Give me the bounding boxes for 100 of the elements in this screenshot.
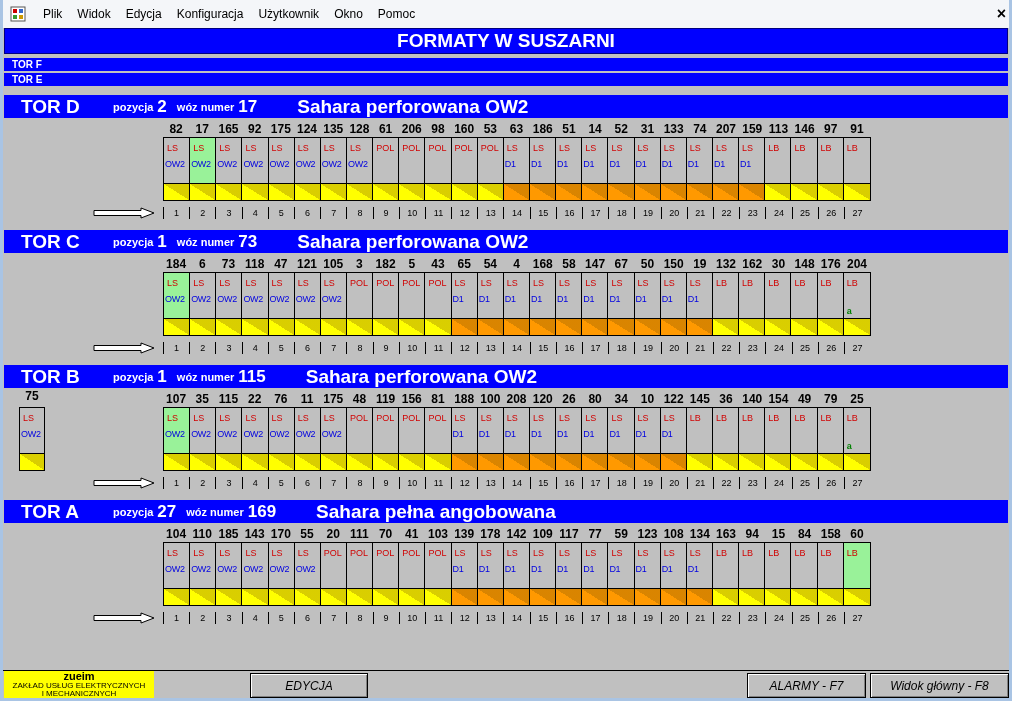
cart-type: LS	[611, 548, 624, 558]
cart-type: LS	[271, 413, 284, 423]
slot-number: 23	[739, 612, 766, 624]
cart-type: LS	[663, 278, 676, 288]
cart-format: D1	[478, 429, 491, 439]
cart-format: D1	[583, 564, 596, 574]
menu-item[interactable]: Plik	[43, 7, 63, 21]
slot-number: 8	[346, 477, 373, 489]
slot-number: 4	[241, 612, 268, 624]
slot-number: 14	[503, 207, 530, 219]
menu-item[interactable]: Pomoc	[377, 7, 416, 21]
cart-type: LS	[715, 143, 728, 153]
cart-format: OW2	[191, 429, 212, 439]
cart-format: D1	[583, 294, 596, 304]
cart-type: LB	[846, 143, 859, 153]
cart-number: 175	[269, 121, 292, 137]
cart-number: 26	[561, 391, 577, 407]
cart-format: D1	[530, 159, 543, 169]
slot-number: 10	[398, 612, 425, 624]
cart-type: LS	[271, 143, 284, 153]
cart-format: D1	[504, 564, 517, 574]
slot-number: 3	[215, 612, 242, 624]
cart-number: 147	[584, 256, 607, 272]
slot-number: 11	[424, 342, 452, 354]
slot-number: 16	[555, 612, 582, 624]
slot-number: 15	[529, 477, 556, 489]
cart-type: LS	[742, 143, 755, 153]
cart-type: LB	[768, 548, 781, 558]
cart-type: LS	[193, 413, 206, 423]
cart-number: 123	[636, 526, 659, 542]
slot-number: 21	[686, 207, 713, 219]
cart-type: LS	[297, 548, 310, 558]
cart-type: LB	[689, 413, 702, 423]
direction-arrow-icon	[93, 612, 155, 624]
cart-type: LB	[768, 278, 781, 288]
slot-number: 7	[320, 612, 347, 624]
slot-number: 4	[241, 207, 268, 219]
slot-number: 27	[843, 342, 871, 354]
cart-number: 208	[505, 391, 528, 407]
slot-number: 19	[634, 477, 661, 489]
cart-number: 154	[767, 391, 790, 407]
cart-number: 91	[849, 121, 865, 137]
menu-item[interactable]: Edycja	[125, 7, 162, 21]
slot-number: 11	[424, 207, 452, 219]
slot-number: 5	[267, 477, 294, 489]
cart-number: 115	[217, 391, 240, 407]
product-name: Sahara perforowana OW2	[305, 365, 537, 388]
cart-format: OW2	[217, 294, 238, 304]
cart-format: OW2	[269, 159, 291, 169]
function-button[interactable]: Widok główny - F8	[870, 673, 1009, 698]
slot-number: 25	[791, 342, 818, 354]
slot-number: 26	[817, 342, 844, 354]
cart-type: POL	[376, 278, 396, 288]
cart-type: POL	[350, 413, 369, 423]
cart-type: LS	[559, 278, 572, 288]
cart-type: LS	[219, 278, 232, 288]
slot-number: 26	[817, 207, 844, 219]
cart-format: OW2	[165, 294, 186, 304]
menu-item[interactable]: Konfiguracja	[176, 7, 244, 21]
cart-number: 185	[217, 526, 240, 542]
cart-type: LS	[297, 278, 310, 288]
track-bar: TOR E	[4, 73, 1008, 86]
app-icon[interactable]	[10, 6, 26, 22]
cart-type: LS	[297, 413, 310, 423]
cart-type: LS	[245, 143, 258, 153]
cart-number: 82	[168, 121, 184, 137]
cart-number: 19	[692, 256, 708, 272]
cart-type: LS	[663, 548, 676, 558]
slot-number: 20	[660, 477, 687, 489]
cart-type: LS	[663, 413, 676, 423]
cart-type: LS	[350, 143, 362, 153]
menu-item[interactable]: Okno	[334, 7, 363, 21]
position-label: pozycja	[113, 235, 154, 248]
menu-item[interactable]: Użytkownik	[258, 7, 320, 21]
slot-number: 8	[346, 612, 373, 624]
cart-number: 103	[426, 526, 449, 542]
slot-number: 18	[608, 612, 635, 624]
cart-format: D1	[661, 429, 674, 439]
function-button[interactable]: ALARMY - F7	[747, 673, 866, 698]
cart-type: LS	[297, 143, 310, 153]
close-button[interactable]: ×	[996, 5, 1006, 23]
cart-value: 169	[247, 501, 277, 522]
cart-number: 5	[407, 256, 417, 272]
slot-number: 21	[686, 477, 713, 489]
slot-number: 21	[686, 612, 713, 624]
cart-type: LB	[794, 413, 807, 423]
slot-number: 10	[398, 207, 425, 219]
cart-type: LS	[219, 143, 232, 153]
slot-number: 20	[660, 207, 687, 219]
cart-number: 119	[374, 391, 397, 407]
cart-number: 75	[24, 388, 40, 405]
cart-format: D1	[609, 294, 622, 304]
cart-number: 30	[770, 256, 787, 272]
cart-type: LS	[585, 278, 598, 288]
cart-number: 54	[482, 256, 498, 272]
menu-item[interactable]: Widok	[77, 7, 111, 21]
slot-number: 27	[843, 477, 871, 489]
edit-button[interactable]: EDYCJA	[250, 673, 368, 698]
cart-number: 11	[299, 391, 315, 407]
slot-number: 24	[765, 207, 792, 219]
